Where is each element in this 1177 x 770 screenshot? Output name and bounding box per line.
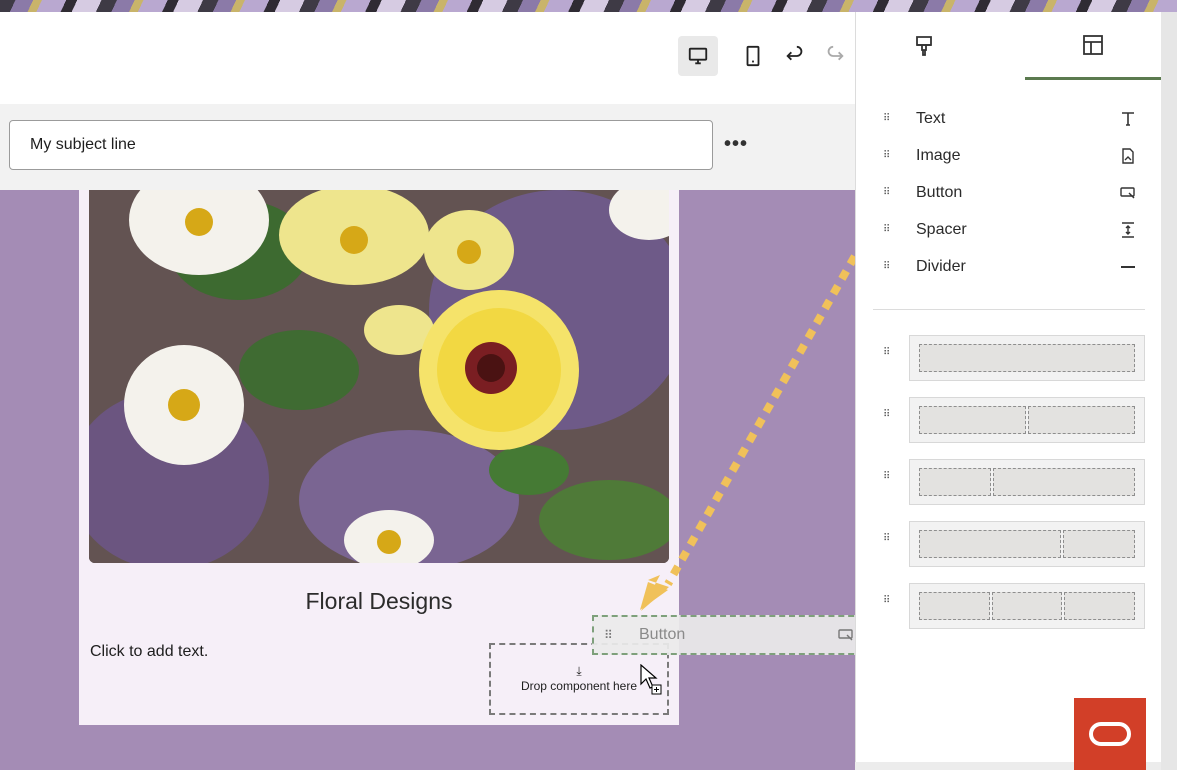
component-label: Image — [916, 146, 961, 164]
tab-components[interactable] — [1025, 12, 1161, 80]
download-icon: ⤓ — [576, 664, 582, 678]
image-icon — [1118, 146, 1138, 166]
desktop-preview-button[interactable] — [678, 36, 718, 76]
drag-handle-icon: ⠿ — [883, 595, 891, 606]
canvas-toolbar — [0, 12, 855, 104]
drop-zone-label: Drop component here — [520, 679, 638, 693]
flower-image[interactable] — [89, 190, 669, 563]
spacer-icon — [1118, 220, 1138, 240]
drag-handle-icon: ⠿ — [883, 409, 891, 420]
component-label: Text — [916, 109, 946, 127]
component-label: Button — [916, 183, 963, 201]
more-options-button[interactable]: ••• — [724, 132, 748, 156]
dragged-component-label: Button — [639, 626, 686, 643]
drag-handle-icon: ⠿ — [883, 347, 891, 358]
drag-handle-icon: ⠿ — [883, 187, 890, 198]
paint-brush-icon — [916, 36, 932, 56]
divider-icon — [1118, 257, 1138, 277]
email-content: Floral Designs Click to add text. ⤓ Drop… — [79, 190, 679, 725]
drag-handle-icon: ⠿ — [883, 224, 890, 235]
component-item-button[interactable]: ⠿ Button — [856, 174, 1162, 211]
decorative-banner — [0, 0, 1177, 12]
layout-narrow-wide[interactable]: ⠿ — [856, 459, 1162, 505]
component-item-divider[interactable]: ⠿ Divider — [856, 248, 1162, 285]
drag-handle-icon: ⠿ — [883, 113, 890, 124]
component-item-image[interactable]: ⠿ Image — [856, 137, 1162, 174]
text-icon — [1118, 109, 1138, 129]
button-icon — [838, 629, 853, 641]
layout-three-columns[interactable]: ⠿ — [856, 583, 1162, 629]
drag-handle-icon: ⠿ — [604, 628, 613, 642]
undo-icon — [786, 45, 803, 61]
flower-photo-illustration — [89, 190, 669, 563]
panel-divider — [873, 309, 1145, 310]
component-label: Divider — [916, 257, 966, 275]
oracle-assistant-button[interactable] — [1074, 698, 1146, 770]
oracle-logo-icon — [1089, 722, 1131, 746]
drag-handle-icon: ⠿ — [883, 471, 891, 482]
mobile-preview-button[interactable] — [733, 36, 773, 76]
components-panel: ⠿ Text ⠿ Image ⠿ Button ⠿ Spacer ⠿ Divid… — [855, 12, 1161, 770]
redo-icon — [827, 45, 844, 61]
button-icon — [1118, 183, 1138, 203]
cursor-copy-icon — [640, 664, 662, 695]
layout-wide-narrow[interactable]: ⠿ — [856, 521, 1162, 567]
layout-icon — [1083, 34, 1103, 55]
redo-button[interactable] — [815, 36, 855, 76]
desktop-icon — [688, 47, 708, 65]
component-item-text[interactable]: ⠿ Text — [856, 100, 1162, 137]
drag-handle-icon: ⠿ — [883, 150, 890, 161]
subject-bar: My subject line ••• — [0, 104, 855, 190]
subject-line-input[interactable]: My subject line — [9, 120, 713, 170]
layout-two-columns[interactable]: ⠿ — [856, 397, 1162, 443]
drag-handle-icon: ⠿ — [883, 261, 890, 272]
component-label: Spacer — [916, 220, 967, 238]
drag-handle-icon: ⠿ — [883, 533, 891, 544]
mobile-icon — [746, 45, 760, 67]
dragged-button-component[interactable]: ⠿ Button — [592, 615, 864, 655]
undo-button[interactable] — [775, 36, 815, 76]
component-item-spacer[interactable]: ⠿ Spacer — [856, 211, 1162, 248]
layout-one-column[interactable]: ⠿ — [856, 335, 1162, 381]
tab-styles[interactable] — [856, 12, 992, 80]
email-text-placeholder[interactable]: Click to add text. — [90, 643, 208, 661]
panel-scrollbar[interactable] — [1161, 12, 1177, 770]
email-title[interactable]: Floral Designs — [79, 588, 679, 615]
